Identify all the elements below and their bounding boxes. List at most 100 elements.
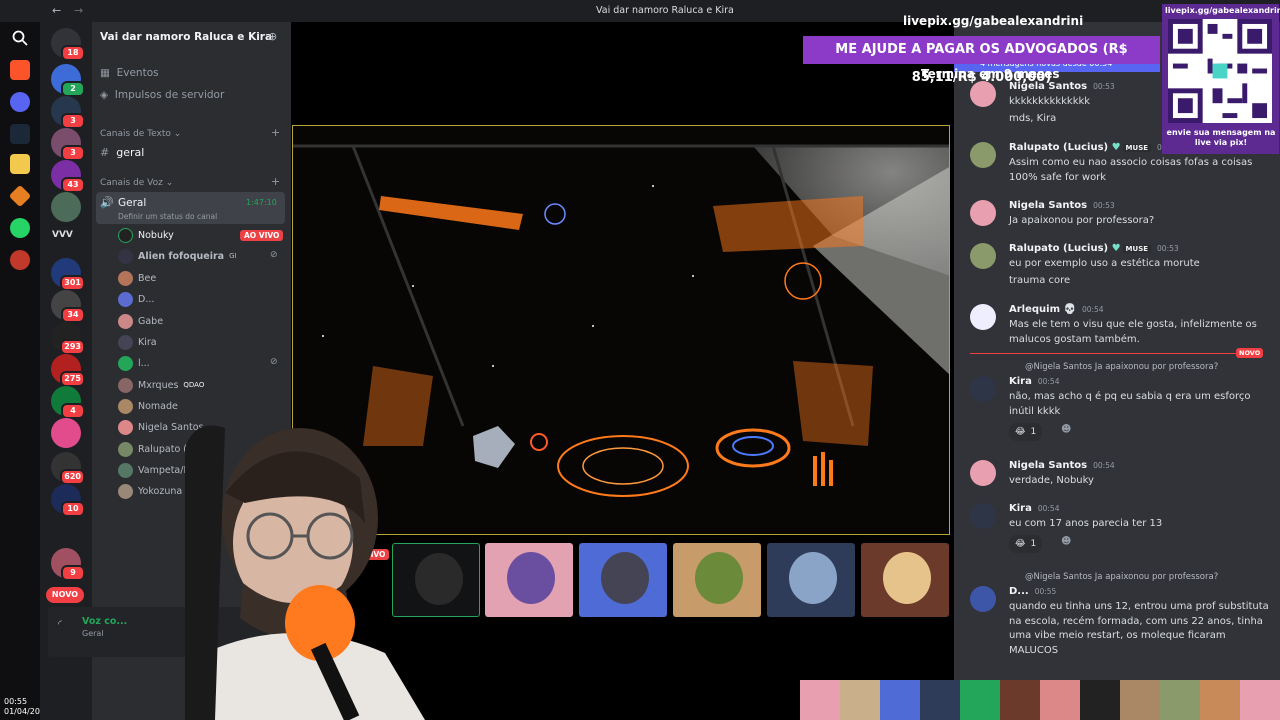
obs-icon[interactable]: [10, 250, 30, 270]
unread-badge: 10: [61, 501, 85, 517]
server-icon[interactable]: 275: [51, 354, 85, 387]
avatar[interactable]: [970, 503, 996, 529]
message-author[interactable]: Nigela Santos: [1009, 200, 1087, 211]
avatar[interactable]: [970, 376, 996, 402]
voice-channel-geral[interactable]: 🔊 Geral 1:47:10 Definir um status do can…: [96, 192, 285, 224]
server-name[interactable]: Vai dar namoro Raluca e Kira: [100, 31, 272, 43]
server-icon[interactable]: [51, 418, 81, 448]
channel-status[interactable]: Definir um status do canal: [118, 212, 217, 221]
avatar: [601, 552, 649, 604]
add-member-icon[interactable]: ⊕: [268, 30, 277, 43]
voice-user[interactable]: Nomade: [118, 397, 178, 415]
voice-user[interactable]: l...: [118, 354, 150, 372]
nav-boosts[interactable]: ◈ Impulsos de servidor: [100, 89, 224, 101]
avatar: [118, 270, 133, 286]
voice-user-name: Nomade: [138, 400, 178, 412]
message-author[interactable]: Ralupato (Lucius): [1009, 243, 1108, 254]
server-icon[interactable]: 10: [51, 484, 85, 517]
message-author[interactable]: Kira: [1009, 503, 1032, 514]
server-icon[interactable]: 3: [51, 96, 85, 129]
discord-taskbar-icon[interactable]: [10, 92, 30, 112]
streamer-webcam: [185, 425, 425, 720]
avatar[interactable]: [970, 460, 996, 486]
nav-events[interactable]: ▦ Eventos: [100, 67, 159, 79]
voice-user[interactable]: Nobuky: [118, 226, 174, 244]
reply-mention: @Nigela Santos: [1025, 572, 1093, 582]
server-icon[interactable]: 301: [51, 258, 85, 291]
new-servers-pill[interactable]: NOVO: [46, 587, 84, 603]
participant-tile[interactable]: [673, 543, 761, 617]
voice-connected-label: Voz co...: [82, 616, 128, 627]
voice-user[interactable]: Gabe: [118, 312, 163, 330]
participant-tile[interactable]: [485, 543, 573, 617]
participant-tile[interactable]: [579, 543, 667, 617]
reply-preview[interactable]: @Nigela Santos Ja apaixonou por professo…: [1025, 572, 1218, 582]
add-channel-icon[interactable]: +: [271, 126, 280, 139]
avatar[interactable]: [970, 142, 996, 168]
message-author[interactable]: Arlequim: [1009, 304, 1060, 315]
avatar: [118, 248, 133, 264]
unread-badge: 4: [61, 403, 85, 419]
add-reaction-icon[interactable]: ☻: [1061, 424, 1071, 435]
reaction-pill[interactable]: 😂 1: [1009, 423, 1043, 441]
avatar[interactable]: [970, 243, 996, 269]
git-icon[interactable]: [8, 184, 32, 208]
voice-user[interactable]: Mxrques QDAO: [118, 376, 204, 394]
server-icon[interactable]: 43: [51, 160, 85, 193]
server-icon[interactable]: 3: [51, 128, 85, 161]
add-voice-channel-icon[interactable]: +: [271, 175, 280, 188]
message-time: 00:55: [1034, 587, 1057, 596]
chevron-down-icon[interactable]: ⌄: [236, 30, 244, 41]
window-title: Vai dar namoro Raluca e Kira: [596, 5, 734, 16]
server-icon[interactable]: 293: [51, 322, 85, 355]
avatar[interactable]: [970, 304, 996, 330]
qr-title: livepix.gg/gabealexandrini: [1165, 6, 1280, 15]
os-taskbar: 00:55 01/04/2026: [0, 0, 50, 720]
message-author[interactable]: Nigela Santos: [1009, 460, 1087, 471]
unread-badge: 9: [61, 565, 85, 581]
avatar: [883, 552, 931, 604]
server-icon[interactable]: 9: [51, 548, 85, 581]
participant-tile[interactable]: [861, 543, 949, 617]
text-category[interactable]: Canais de Texto ⌄: [100, 129, 181, 139]
server-icon[interactable]: 18: [51, 28, 85, 61]
voice-user[interactable]: D...: [118, 290, 154, 308]
brave-browser-icon[interactable]: [10, 60, 30, 80]
folder-icon[interactable]: [10, 154, 30, 174]
avatar[interactable]: [970, 586, 996, 612]
add-reaction-icon[interactable]: ☻: [1061, 536, 1071, 547]
voice-user[interactable]: Bee: [118, 269, 156, 287]
message-author[interactable]: Kira: [1009, 376, 1032, 387]
message-text: eu por exemplo uso a estética morute: [1009, 258, 1200, 269]
unread-badge: 3: [61, 113, 85, 129]
reply-text: Ja apaixonou por professora?: [1094, 572, 1219, 582]
voice-user-name: Alien fofoqueira: [138, 250, 225, 262]
server-icon[interactable]: 4: [51, 386, 85, 419]
server-icon[interactable]: 34: [51, 290, 85, 323]
avatar: [789, 552, 837, 604]
back-arrow-icon[interactable]: ←: [52, 4, 61, 17]
nav-boosts-label: Impulsos de servidor: [114, 89, 225, 101]
participant-tile[interactable]: [767, 543, 855, 617]
message-author[interactable]: D...: [1009, 586, 1029, 597]
message-text: não, mas acho q é pq eu sabia q era um e…: [1009, 391, 1251, 417]
voice-category[interactable]: Canais de Voz ⌄: [100, 178, 173, 188]
reaction-pill[interactable]: 😂 1: [1009, 535, 1043, 553]
server-icon[interactable]: [51, 192, 81, 222]
channel-geral[interactable]: # geral: [100, 146, 144, 159]
message-time: 00:54: [1037, 377, 1060, 386]
server-icon[interactable]: 2: [51, 64, 85, 97]
server-vvv-label[interactable]: VVV: [52, 230, 73, 240]
reply-preview[interactable]: @Nigela Santos Ja apaixonou por professo…: [1025, 362, 1218, 372]
search-icon[interactable]: [10, 30, 30, 50]
server-icon[interactable]: 620: [51, 452, 85, 485]
steam-icon[interactable]: [10, 124, 30, 144]
voice-user[interactable]: Kira: [118, 333, 157, 351]
voice-user[interactable]: Alien fofoqueira GI: [118, 247, 237, 265]
whatsapp-icon[interactable]: [10, 218, 30, 238]
forward-arrow-icon[interactable]: →: [74, 4, 83, 17]
message-author[interactable]: Ralupato (Lucius): [1009, 142, 1108, 153]
avatar: [118, 227, 133, 243]
avatar[interactable]: [970, 200, 996, 226]
heart-icon: ♥: [1111, 243, 1121, 254]
